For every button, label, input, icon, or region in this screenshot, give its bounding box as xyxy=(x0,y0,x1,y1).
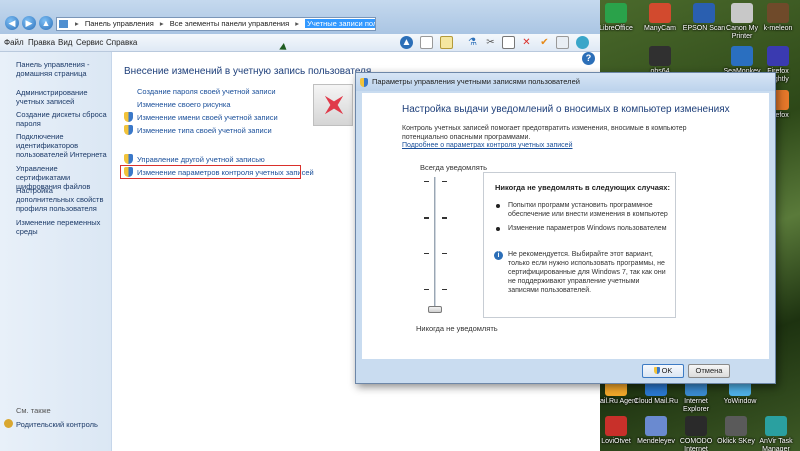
parental-control-icon xyxy=(4,419,13,428)
desktop-icon-libreoffice[interactable]: LibreOffice xyxy=(594,3,638,33)
link-create-password[interactable]: Создание пароля своей учетной записи xyxy=(137,87,276,96)
dialog-body: Настройка выдачи уведомлений о вносимых … xyxy=(362,93,769,359)
forward-button[interactable]: ▶ xyxy=(22,16,36,30)
ok-button[interactable]: OK xyxy=(642,364,684,378)
bullet-icon xyxy=(496,204,500,208)
checkmark-icon[interactable]: ✔ xyxy=(538,36,551,49)
breadcrumb-all-items[interactable]: Все элементы панели управления xyxy=(170,19,289,28)
address-bar[interactable]: ▸ Панель управления ▸ Все элементы панел… xyxy=(56,17,376,31)
left-link-reset-disk[interactable]: Создание дискеты сброса пароля xyxy=(16,110,112,128)
shield-icon xyxy=(360,78,368,87)
shield-icon xyxy=(124,125,133,135)
left-link-online-ids[interactable]: Подключение идентификаторов пользователе… xyxy=(16,132,112,159)
slider-tick xyxy=(442,253,447,254)
menu-file[interactable]: Файл xyxy=(4,38,24,47)
globe-icon[interactable] xyxy=(576,36,589,49)
shield-icon xyxy=(124,112,133,122)
left-link-admin-accounts[interactable]: Администрирование учетных записей xyxy=(16,88,112,106)
slider-tick xyxy=(424,217,429,219)
flask-icon[interactable]: ⚗ xyxy=(466,36,479,49)
up-arrow-icon[interactable]: ▲ xyxy=(400,36,413,49)
bullet-text: Изменение параметров Windows пользовател… xyxy=(508,225,667,232)
shield-icon xyxy=(124,154,133,164)
breadcrumb-separator: ▸ xyxy=(295,19,300,28)
desktop-icon-oklick[interactable]: Oklick SKey xyxy=(714,416,758,446)
see-also-label: См. также xyxy=(16,406,51,415)
breadcrumb-separator: ▸ xyxy=(159,19,164,28)
document-icon[interactable] xyxy=(440,36,453,49)
link-manage-other-account[interactable]: Управление другой учетной записью xyxy=(137,155,265,164)
slider-tick xyxy=(424,289,429,290)
scissors-icon[interactable]: ✂ xyxy=(484,36,497,49)
star-icon xyxy=(316,87,353,124)
breadcrumb-control-panel[interactable]: Панель управления xyxy=(85,19,154,28)
uac-slider-thumb[interactable] xyxy=(428,306,442,313)
uac-slider-track[interactable] xyxy=(434,177,436,312)
bullet-icon xyxy=(496,227,500,231)
breadcrumb-user-accounts[interactable]: Учетные записи пользователей xyxy=(305,19,375,28)
shield-icon xyxy=(653,367,660,374)
user-picture[interactable] xyxy=(313,84,353,126)
menu-view[interactable]: Вид xyxy=(58,38,72,47)
level-title: Никогда не уведомлять в следующих случая… xyxy=(495,183,670,192)
desktop-icon-lovi-otvet[interactable]: LoviOtvet xyxy=(594,416,638,446)
dialog-title-bar: Параметры управления учетными записями п… xyxy=(356,73,775,91)
page-blank-icon[interactable] xyxy=(502,36,515,49)
title-bar: ◀ ▶ ▲ ▸ Панель управления ▸ Все элементы… xyxy=(0,0,600,34)
back-button[interactable]: ◀ xyxy=(5,16,19,30)
help-icon[interactable]: ? xyxy=(582,52,595,65)
desktop-icon-manycam[interactable]: ManyCam xyxy=(638,3,682,33)
uac-dialog: Параметры управления учетными записями п… xyxy=(355,72,776,384)
breadcrumb-separator: ▸ xyxy=(75,19,79,28)
left-pane: Панель управления - домашняя страница Ад… xyxy=(0,52,112,451)
menu-help[interactable]: Справка xyxy=(106,38,137,47)
window-icon[interactable] xyxy=(556,36,569,49)
close-icon[interactable]: ✕ xyxy=(520,36,533,49)
up-button[interactable]: ▲ xyxy=(39,16,53,30)
level-description-panel: Никогда не уведомлять в следующих случая… xyxy=(483,172,676,318)
menu-edit[interactable]: Правка xyxy=(28,38,55,47)
desktop-icon-k-meleon[interactable]: k-meleon xyxy=(756,3,800,33)
dialog-heading: Настройка выдачи уведомлений о вносимых … xyxy=(402,104,730,115)
page-icon[interactable] xyxy=(420,36,433,49)
never-notify-label: Никогда не уведомлять xyxy=(416,324,498,333)
left-link-env-vars[interactable]: Изменение переменных среды xyxy=(16,218,112,236)
always-notify-label: Всегда уведомлять xyxy=(420,163,488,172)
left-link-profile[interactable]: Настройка дополнительных свойств профиля… xyxy=(16,186,112,213)
ok-button-label: OK xyxy=(661,366,673,375)
desktop-icon-anvir[interactable]: AnVir Task Manager xyxy=(754,416,798,451)
left-link-home[interactable]: Панель управления - домашняя страница xyxy=(16,60,112,78)
dialog-description: Контроль учетных записей помогает предот… xyxy=(402,125,687,141)
slider-tick xyxy=(442,289,447,290)
slider-tick xyxy=(442,217,447,219)
more-info-link[interactable]: Подробнее о параметрах контроля учетных … xyxy=(402,142,573,149)
slider-tick xyxy=(424,253,429,254)
desktop-icon-mendeleyev[interactable]: Mendeleyev xyxy=(634,416,678,446)
control-panel-icon xyxy=(59,20,68,28)
page-title: Внесение изменений в учетную запись поль… xyxy=(124,66,372,77)
link-change-name[interactable]: Изменение имени своей учетной записи xyxy=(137,113,278,122)
info-icon: i xyxy=(494,251,503,260)
slider-tick xyxy=(424,181,429,182)
cancel-button[interactable]: Отмена xyxy=(688,364,730,378)
dialog-title: Параметры управления учетными записями п… xyxy=(372,77,580,86)
menu-tools[interactable]: Сервис xyxy=(76,38,103,47)
slider-tick xyxy=(442,181,447,182)
parental-control-link[interactable]: Родительский контроль xyxy=(16,420,98,429)
link-change-type[interactable]: Изменение типа своей учетной записи xyxy=(137,126,272,135)
bullet-text: Попытки программ установить программное … xyxy=(508,202,668,218)
desktop-icon-comodo[interactable]: COMODO Internet xyxy=(674,416,718,451)
highlight-box xyxy=(120,165,301,179)
link-change-picture[interactable]: Изменение своего рисунка xyxy=(137,100,231,109)
warning-text: Не рекомендуется. Выбирайте этот вариант… xyxy=(508,251,666,294)
